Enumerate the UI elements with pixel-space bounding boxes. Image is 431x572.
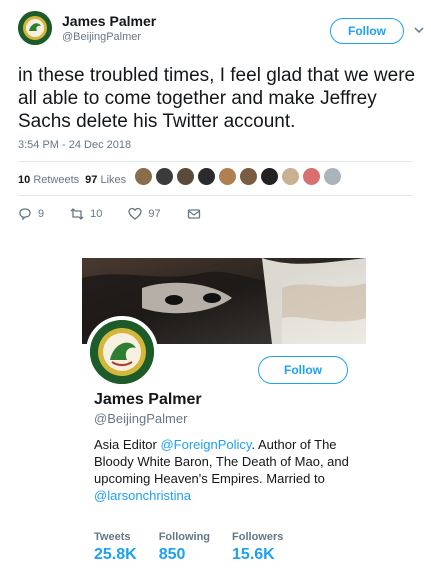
tweet-actions: 9 10 97 [18,207,227,221]
liker-avatar[interactable] [261,168,278,185]
like-count: 97 [148,208,161,220]
tweet-timestamp[interactable]: 3:54 PM - 24 Dec 2018 [18,139,131,151]
reply-icon [19,208,31,221]
stat-value: 15.6K [232,546,275,563]
profile-bio: Asia Editor @ForeignPolicy. Author of Th… [94,436,362,504]
profile-avatar[interactable] [86,316,158,388]
profile-name[interactable]: James Palmer [94,391,202,409]
liker-avatar[interactable] [282,168,299,185]
retweet-button[interactable]: 10 [70,207,102,221]
avatar[interactable] [18,11,52,45]
bio-link-foreignpolicy[interactable]: @ForeignPolicy [160,437,251,452]
reply-count: 9 [38,208,45,220]
retweet-count: 10 [90,208,103,220]
divider [18,195,413,196]
tweet-header: James Palmer @BeijingPalmer Follow [0,0,431,58]
tweet-stats: 10 Retweets 97 Likes [18,174,126,186]
liker-avatar[interactable] [198,168,215,185]
stat-label: Tweets [94,531,131,543]
stat-value: 25.8K [94,546,137,563]
reply-button[interactable]: 9 [18,207,44,221]
author-name[interactable]: James Palmer [62,13,156,29]
profile-handle[interactable]: @BeijingPalmer [94,411,187,426]
likes-stat[interactable]: 97 Likes [85,174,126,186]
profile-card: Follow James Palmer @BeijingPalmer Asia … [82,258,366,572]
stat-following[interactable]: Following 850 [159,531,210,564]
liker-avatar[interactable] [135,168,152,185]
retweets-count: 10 [18,174,31,186]
bio-link-larsonchristina[interactable]: @larsonchristina [94,488,191,503]
profile-stats: Tweets 25.8K Following 850 Followers 15.… [94,531,283,564]
retweet-icon [70,208,84,220]
liker-avatar[interactable] [177,168,194,185]
envelope-icon [187,209,200,219]
follow-button[interactable]: Follow [330,18,404,44]
direct-message-button[interactable] [187,207,201,221]
likes-label: Likes [100,174,127,186]
stat-value: 850 [158,546,186,563]
liker-avatar[interactable] [156,168,173,185]
author-handle[interactable]: @BeijingPalmer [62,31,141,43]
tweet-text: in these troubled times, I feel glad tha… [18,65,416,132]
heart-icon [128,207,143,220]
retweets-label: Retweets [33,174,80,186]
liker-avatar[interactable] [324,168,341,185]
chevron-down-icon[interactable] [413,24,425,36]
stat-tweets[interactable]: Tweets 25.8K [94,531,137,564]
like-button[interactable]: 97 [128,207,161,221]
profile-follow-button[interactable]: Follow [258,356,348,384]
liker-avatar[interactable] [219,168,236,185]
liker-avatar[interactable] [303,168,320,185]
stat-label: Following [158,531,211,543]
retweets-stat[interactable]: 10 Retweets [18,174,79,186]
stat-followers[interactable]: Followers 15.6K [232,531,283,564]
divider [18,161,413,162]
likers-avatars [135,168,341,185]
bio-text: Asia Editor [94,437,161,452]
liker-avatar[interactable] [240,168,257,185]
stat-label: Followers [232,531,284,543]
likes-count: 97 [85,174,98,186]
